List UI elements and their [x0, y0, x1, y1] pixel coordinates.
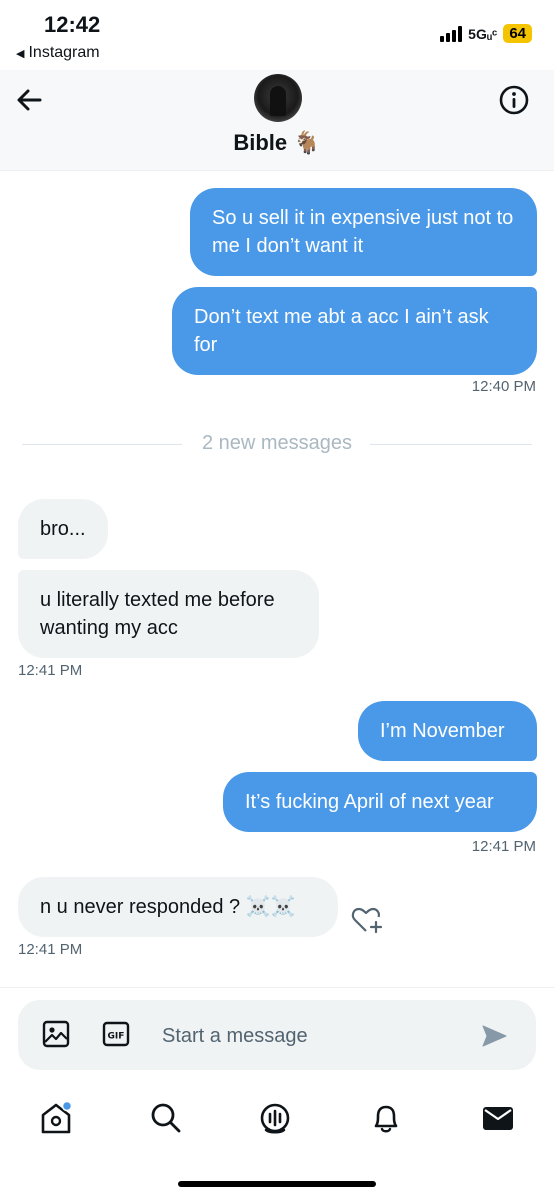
send-icon[interactable] — [480, 1022, 508, 1050]
message-input[interactable] — [162, 1020, 462, 1052]
conversation-title[interactable]: Bible 🐐 — [0, 130, 554, 156]
message-timestamp: 12:41 PM — [18, 941, 83, 958]
composer-divider — [0, 987, 554, 988]
status-time: 12:42 — [44, 12, 101, 37]
message-bubble-incoming[interactable]: n u never responded ? ☠️☠️ — [18, 877, 338, 937]
messages-icon[interactable] — [480, 1100, 516, 1136]
back-to-app-link[interactable]: ◀ Instagram — [16, 44, 100, 62]
network-label: 5Gᵤᶜ — [468, 25, 498, 42]
notifications-icon[interactable] — [368, 1100, 404, 1136]
add-reaction-icon[interactable] — [350, 905, 384, 935]
conversation-header: Bible 🐐 — [0, 70, 554, 170]
spaces-icon[interactable] — [257, 1100, 293, 1136]
image-icon[interactable] — [42, 1020, 70, 1048]
home-indicator — [178, 1181, 376, 1187]
message-timestamp: 12:41 PM — [471, 838, 536, 855]
search-icon[interactable] — [148, 1100, 184, 1136]
profile-avatar[interactable] — [254, 74, 302, 122]
info-icon[interactable] — [498, 84, 530, 116]
message-bubble-outgoing[interactable]: So u sell it in expensive just not to me… — [190, 188, 537, 276]
signal-icon — [440, 25, 463, 42]
message-bubble-outgoing[interactable]: I’m November — [358, 701, 537, 761]
message-bubble-incoming[interactable]: u literally texted me before wanting my … — [18, 570, 319, 658]
new-messages-label: 2 new messages — [201, 432, 353, 454]
battery-badge: 64 — [503, 24, 532, 43]
message-bubble-outgoing[interactable]: It’s fucking April of next year — [223, 772, 537, 832]
message-bubble-incoming[interactable]: bro... — [18, 499, 108, 559]
new-messages-separator: 2 new messages — [22, 432, 532, 456]
message-composer: GIF — [18, 1000, 536, 1070]
svg-text:GIF: GIF — [108, 1032, 125, 1042]
message-bubble-outgoing[interactable]: Don’t text me abt a acc I ain’t ask for — [172, 287, 537, 375]
status-bar: 12:42 ◀ Instagram 5Gᵤᶜ 64 — [0, 0, 554, 70]
home-icon[interactable] — [38, 1100, 74, 1136]
gif-icon[interactable]: GIF — [102, 1020, 130, 1048]
back-triangle-icon: ◀ — [16, 47, 25, 60]
bottom-navigation — [0, 1094, 554, 1144]
message-timestamp: 12:40 PM — [471, 378, 536, 395]
status-indicators: 5Gᵤᶜ 64 — [440, 24, 532, 43]
back-arrow-icon[interactable] — [14, 84, 46, 116]
back-app-label: Instagram — [28, 44, 100, 61]
header-divider — [0, 170, 554, 171]
message-timestamp: 12:41 PM — [18, 662, 83, 679]
